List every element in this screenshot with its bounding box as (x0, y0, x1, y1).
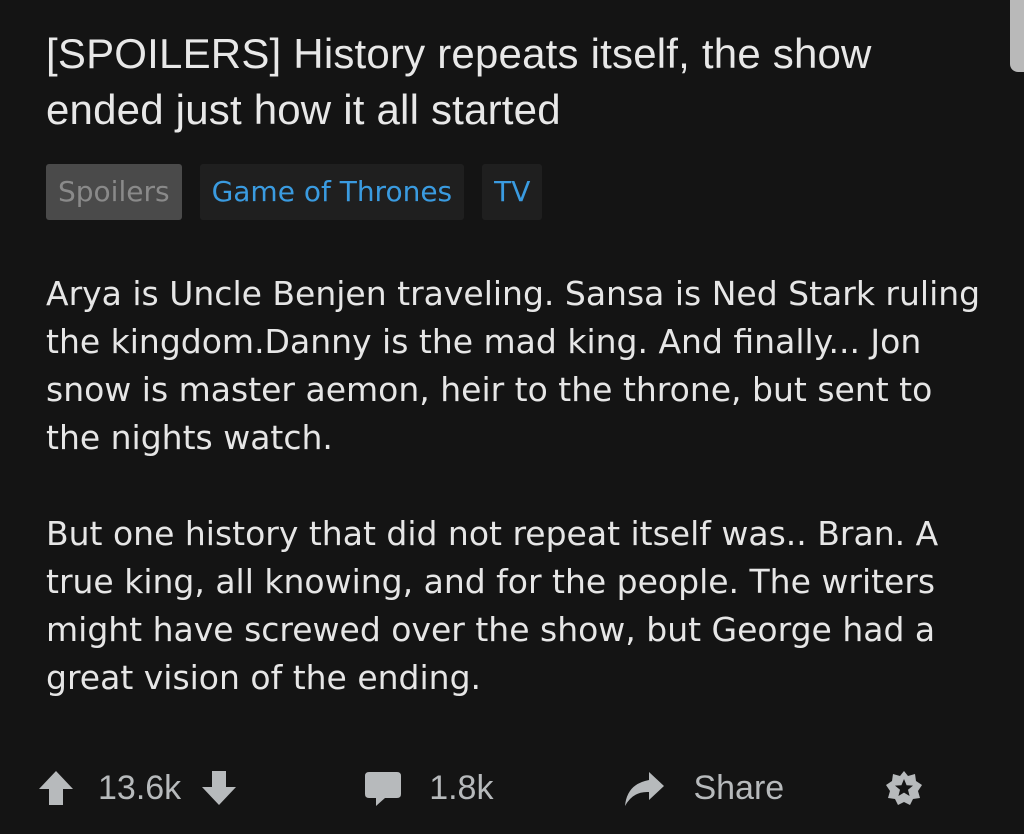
vote-score: 13.6k (98, 768, 182, 807)
comment-count: 1.8k (429, 768, 494, 807)
post-body: Arya is Uncle Benjen traveling. Sansa is… (46, 270, 996, 702)
flair-tv[interactable]: TV (482, 164, 543, 220)
arrow-up-icon[interactable] (36, 768, 76, 808)
post-title[interactable]: [SPOILERS] History repeats itself, the s… (46, 26, 996, 138)
award-star-icon (884, 768, 924, 808)
vote-group: 13.6k (36, 768, 239, 808)
post: [SPOILERS] History repeats itself, the s… (46, 26, 996, 750)
flair-list: Spoilers Game of Thrones TV (46, 164, 996, 220)
share-label: Share (693, 768, 785, 807)
post-actions-bar: 13.6k 1.8k Share (36, 758, 976, 818)
arrow-down-icon[interactable] (199, 768, 239, 808)
share-arrow-icon (623, 768, 665, 808)
flair-spoilers[interactable]: Spoilers (46, 164, 182, 220)
scrollbar[interactable] (1010, 0, 1024, 72)
post-paragraph: Arya is Uncle Benjen traveling. Sansa is… (46, 274, 981, 457)
award-button[interactable] (884, 768, 924, 808)
post-paragraph: But one history that did not repeat itse… (46, 514, 939, 697)
comment-bubble-icon (363, 768, 403, 808)
share-button[interactable]: Share (623, 768, 784, 808)
flair-game-of-thrones[interactable]: Game of Thrones (199, 164, 465, 220)
comments-button[interactable]: 1.8k (363, 768, 493, 808)
